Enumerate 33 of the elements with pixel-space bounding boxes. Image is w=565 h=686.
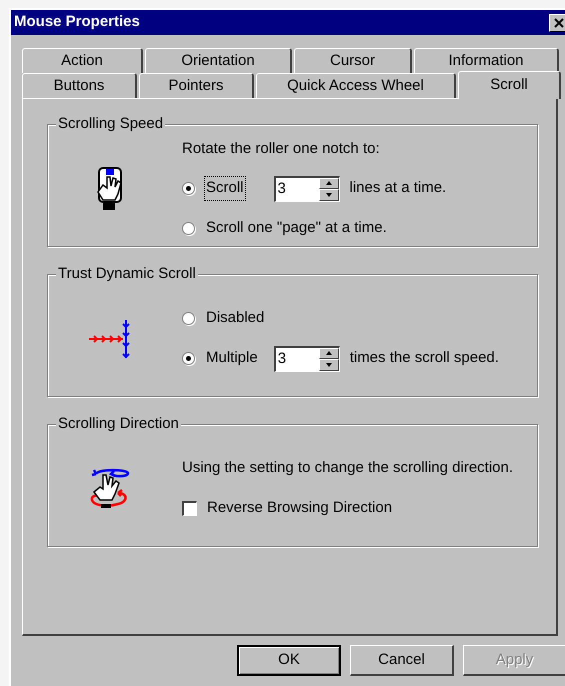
checkbox-label[interactable]: Reverse Browsing Direction bbox=[207, 497, 392, 520]
tab[interactable]: Pointers bbox=[139, 73, 254, 98]
number-spinner[interactable]: 3 bbox=[274, 176, 340, 202]
radio-button[interactable] bbox=[182, 352, 195, 365]
dialog-button[interactable]: Cancel bbox=[350, 645, 454, 676]
group-title: Scrolling Direction bbox=[56, 414, 181, 434]
checkbox[interactable] bbox=[182, 501, 197, 516]
tab[interactable]: Buttons bbox=[22, 73, 137, 98]
unit-label: times the scroll speed. bbox=[350, 348, 499, 368]
tab[interactable]: Action bbox=[22, 48, 143, 73]
dialog-button[interactable]: OK bbox=[237, 645, 341, 676]
tab[interactable]: Information bbox=[414, 48, 559, 73]
tab[interactable]: Quick Access Wheel bbox=[256, 73, 456, 98]
radio-button[interactable] bbox=[182, 312, 195, 325]
group-title: Scrolling Speed bbox=[56, 114, 166, 134]
radio-button[interactable] bbox=[182, 222, 195, 235]
radio-label[interactable]: Scroll one "page" at a time. bbox=[204, 216, 389, 240]
hand-on-mouse-icon bbox=[95, 166, 125, 212]
close-button[interactable] bbox=[549, 14, 565, 32]
radio-label[interactable]: Multiple bbox=[204, 346, 260, 371]
number-spinner[interactable]: 3 bbox=[274, 346, 340, 372]
group-title: Trust Dynamic Scroll bbox=[56, 264, 198, 284]
window-title: Mouse Properties bbox=[14, 12, 140, 32]
radio-label[interactable]: Scroll bbox=[204, 176, 246, 201]
tab[interactable]: Scroll bbox=[458, 71, 561, 99]
radio-label[interactable]: Disabled bbox=[204, 306, 266, 331]
tab[interactable]: Orientation bbox=[145, 48, 292, 73]
radio-button[interactable] bbox=[182, 182, 195, 195]
unit-label: lines at a time. bbox=[350, 178, 446, 198]
close-icon bbox=[554, 18, 564, 28]
instruction-text: Rotate the roller one notch to: bbox=[182, 138, 380, 159]
tab[interactable]: Cursor bbox=[294, 48, 412, 73]
instruction-text: Using the setting to change the scrolling direction. bbox=[182, 458, 514, 478]
